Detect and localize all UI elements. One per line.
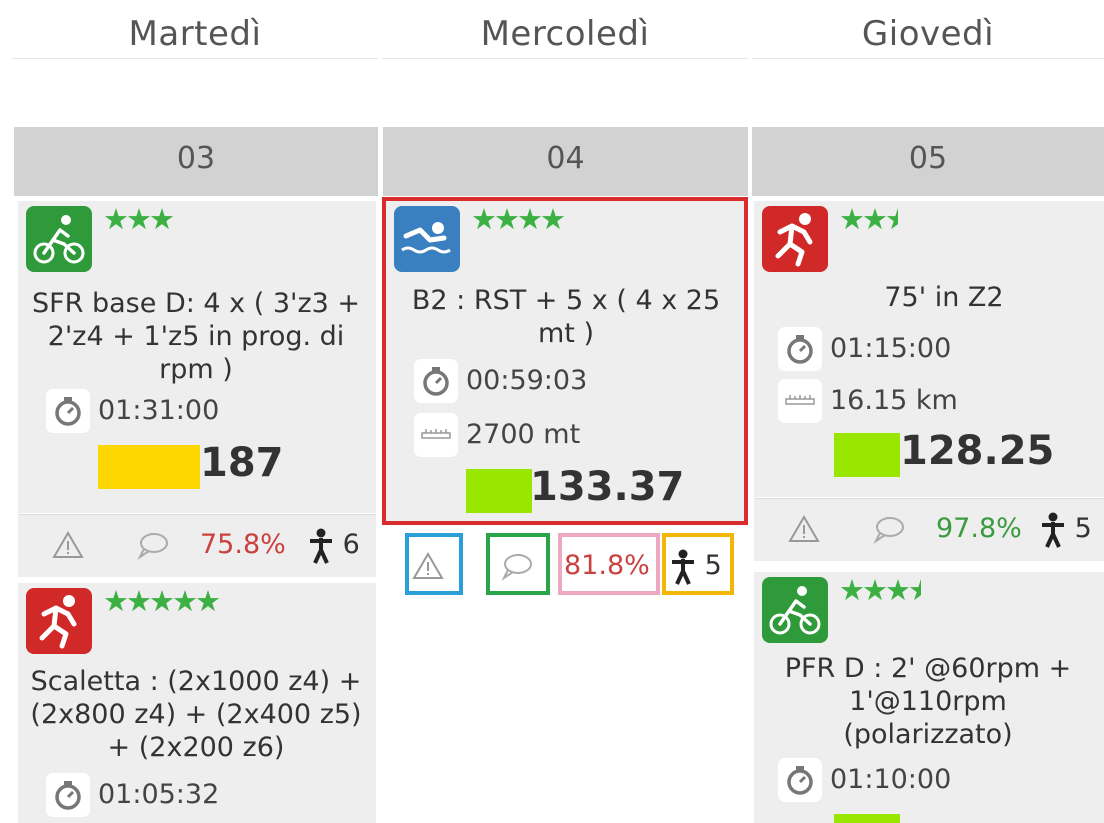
- athletes-count-value: 6: [342, 529, 360, 560]
- stopwatch-icon: [778, 327, 822, 371]
- bike-icon: [762, 577, 828, 643]
- divider: [752, 58, 1104, 59]
- run-icon: [26, 588, 92, 654]
- stopwatch-icon: [778, 758, 822, 802]
- duration-value: 01:31:00: [98, 395, 220, 426]
- highlight-frame-athletes: [662, 533, 734, 595]
- date-header-05[interactable]: 05: [752, 127, 1104, 196]
- duration-value: 01:10:00: [830, 764, 952, 795]
- highlight-frame-card: [382, 197, 748, 525]
- person-icon: [308, 528, 334, 564]
- workout-card[interactable]: ★★★★ PFR D : 2' @60rpm + 1'@110rpm (pola…: [754, 572, 1104, 823]
- tss-bar: [98, 445, 200, 489]
- duration-row: 01:31:00: [46, 389, 306, 433]
- tss-indicator: 187: [98, 440, 368, 489]
- rating-stars: ★★★: [839, 202, 898, 236]
- workout-card[interactable]: ★★★★★ Scaletta : (2x1000 z4) + (2x800 z4…: [18, 583, 376, 823]
- bike-icon: [26, 206, 92, 272]
- ruler-icon: [778, 379, 822, 423]
- tss-bar: [834, 433, 900, 477]
- workout-card-footer: 97.8% 5: [754, 498, 1104, 561]
- day-name-thursday: Giovedì: [861, 14, 995, 54]
- tss-value: 187: [200, 440, 284, 486]
- highlight-frame-warning: [405, 533, 463, 595]
- distance-row: 16.15 km: [778, 379, 1038, 423]
- warning-icon[interactable]: [52, 515, 84, 575]
- duration-value: 01:05:32: [98, 779, 220, 810]
- duration-row: 01:15:00: [778, 327, 1038, 371]
- comment-icon[interactable]: [872, 499, 906, 559]
- rating-stars: ★★★★★: [103, 584, 221, 618]
- highlight-frame-comment: [486, 533, 550, 595]
- run-icon: [762, 206, 828, 272]
- tss-indicator: 128.25: [834, 428, 1104, 477]
- rating-stars: ★★★: [103, 202, 175, 236]
- day-name-wednesday: Mercoledì: [480, 14, 650, 54]
- athletes-count[interactable]: 5: [1040, 499, 1092, 559]
- stopwatch-icon: [46, 773, 90, 817]
- workout-title: SFR base D: 4 x ( 3'z3 + 2'z4 + 1'z5 in …: [31, 288, 361, 385]
- workout-card[interactable]: ★★★ SFR base D: 4 x ( 3'z3 + 2'z4 + 1'z5…: [18, 201, 376, 513]
- divider: [12, 58, 378, 59]
- date-header-03[interactable]: 03: [14, 127, 378, 196]
- compliance-percent: 97.8%: [936, 513, 1022, 544]
- workout-title: PFR D : 2' @60rpm + 1'@110rpm (polarizza…: [784, 653, 1072, 750]
- stopwatch-icon: [46, 389, 90, 433]
- rating-stars: ★★★★: [839, 573, 921, 607]
- tss-indicator: [834, 812, 1104, 823]
- comment-icon[interactable]: [136, 515, 170, 575]
- tss-value: 128.25: [900, 428, 1055, 474]
- duration-row: 01:05:32: [46, 773, 306, 817]
- workout-card-footer: 75.8% 6: [18, 514, 376, 577]
- warning-icon[interactable]: [788, 499, 820, 559]
- duration-row: 01:10:00: [778, 758, 1038, 802]
- workout-title: 75' in Z2: [884, 282, 1004, 313]
- athletes-count[interactable]: 6: [308, 515, 360, 575]
- athletes-count-value: 5: [1074, 513, 1092, 544]
- person-icon: [1040, 512, 1066, 548]
- divider: [382, 58, 748, 59]
- distance-value: 16.15 km: [830, 385, 958, 416]
- day-name-tuesday: Martedì: [128, 14, 262, 54]
- half-star-icon: ★: [885, 204, 898, 234]
- workout-card[interactable]: ★★★ 75' in Z2 01:15:00 16.15 km 128.25: [754, 201, 1104, 497]
- compliance-percent: 75.8%: [200, 529, 286, 560]
- workout-title: Scaletta : (2x1000 z4) + (2x800 z4) + (2…: [30, 666, 362, 763]
- duration-value: 01:15:00: [830, 333, 952, 364]
- date-header-04[interactable]: 04: [383, 127, 748, 196]
- half-star-icon: ★: [908, 575, 921, 605]
- highlight-frame-compliance: [558, 533, 660, 595]
- tss-bar: [834, 814, 900, 823]
